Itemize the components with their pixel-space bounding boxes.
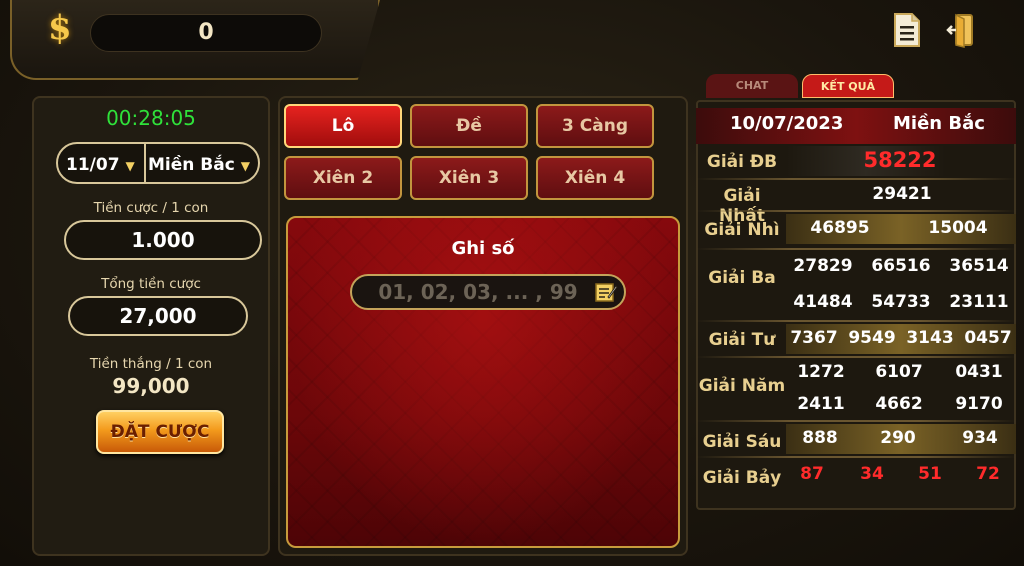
edit-icon[interactable] (594, 280, 618, 304)
prize-number: 41484 (793, 292, 853, 312)
number-input-placeholder: 01, 02, 03, ... , 99 (378, 280, 578, 304)
row-divider (696, 178, 1016, 180)
prize-label-sau: Giải Sáu (702, 432, 782, 452)
win-per-value: 99,000 (112, 374, 190, 398)
tab-de[interactable]: Đề (410, 104, 528, 148)
prize-number: 0431 (955, 362, 1003, 382)
row-divider (696, 356, 1016, 358)
prize-number: 72 (976, 464, 1000, 484)
prize-number: 34 (860, 464, 884, 484)
prize-number: 51 (918, 464, 942, 484)
results-region: Miền Bắc (893, 113, 985, 134)
prize-number: 27829 (793, 256, 853, 276)
prize-number: 29421 (872, 184, 932, 204)
results-date: 10/07/2023 (730, 113, 844, 134)
chevron-down-icon: ▼ (125, 159, 135, 173)
prize-number: 3143 (906, 328, 954, 348)
row-divider (696, 456, 1016, 458)
prize-label-db: Giải ĐB (706, 152, 778, 172)
prize-number: 934 (962, 428, 998, 448)
prize-number: 2411 (797, 394, 845, 414)
number-board (286, 216, 680, 548)
tab-result[interactable]: KẾT QUẢ (802, 74, 894, 98)
total-bet-label: Tổng tiền cược (101, 276, 201, 292)
prize-number: 15004 (928, 218, 988, 238)
prize-label-nhi: Giải Nhì (704, 220, 780, 240)
dollar-icon: $ (48, 8, 72, 48)
place-bet-button[interactable]: ĐẶT CƯỢC (96, 410, 224, 454)
prize-number: 46895 (810, 218, 870, 238)
bet-per-label: Tiền cược / 1 con (93, 200, 209, 216)
prize-number: 1272 (797, 362, 845, 382)
prize-number: 23111 (949, 292, 1009, 312)
prize-label-bay: Giải Bảy (702, 468, 782, 488)
prize-number: 9549 (848, 328, 896, 348)
tab-lo[interactable]: Lô (284, 104, 402, 148)
balance-value: 0 (198, 20, 214, 45)
row-divider (696, 320, 1016, 322)
prize-number: 6107 (875, 362, 923, 382)
region-select[interactable]: Miền Bắc ▼ (148, 150, 260, 180)
prize-number: 54733 (871, 292, 931, 312)
prize-number: 66516 (871, 256, 931, 276)
prize-label-nam: Giải Năm (698, 376, 786, 396)
tab-chat[interactable]: CHAT (706, 74, 798, 98)
selector-divider (144, 144, 146, 182)
row-divider (696, 210, 1016, 212)
prize-label-tu: Giải Tư (708, 330, 776, 350)
bet-per-value: 1.000 (131, 228, 195, 252)
region-select-value: Miền Bắc (148, 155, 235, 175)
tab-xien-3[interactable]: Xiên 3 (410, 156, 528, 200)
countdown-timer: 00:28:05 (106, 106, 196, 130)
prize-label-ba: Giải Ba (708, 268, 776, 288)
prize-number: 9170 (955, 394, 1003, 414)
prize-number: 0457 (964, 328, 1012, 348)
tab-xien-4[interactable]: Xiên 4 (536, 156, 654, 200)
prize-number: 888 (802, 428, 838, 448)
board-title: Ghi số (451, 238, 515, 259)
row-divider (696, 248, 1016, 250)
prize-number: 290 (880, 428, 916, 448)
date-select-value: 11/07 (66, 155, 120, 175)
prize-number: 87 (800, 464, 824, 484)
tab-xien-2[interactable]: Xiên 2 (284, 156, 402, 200)
prize-number: 36514 (949, 256, 1009, 276)
prize-number: 4662 (875, 394, 923, 414)
special-prize-number: 58222 (863, 148, 937, 172)
tab-3-cang[interactable]: 3 Càng (536, 104, 654, 148)
total-bet-value: 27,000 (119, 304, 197, 328)
date-select[interactable]: 11/07 ▼ (66, 150, 144, 180)
chevron-down-icon: ▼ (240, 159, 250, 173)
row-divider (696, 420, 1016, 422)
prize-number: 7367 (790, 328, 838, 348)
document-icon[interactable] (892, 12, 922, 48)
exit-door-icon[interactable] (946, 12, 976, 48)
win-per-label: Tiền thắng / 1 con (89, 356, 213, 372)
